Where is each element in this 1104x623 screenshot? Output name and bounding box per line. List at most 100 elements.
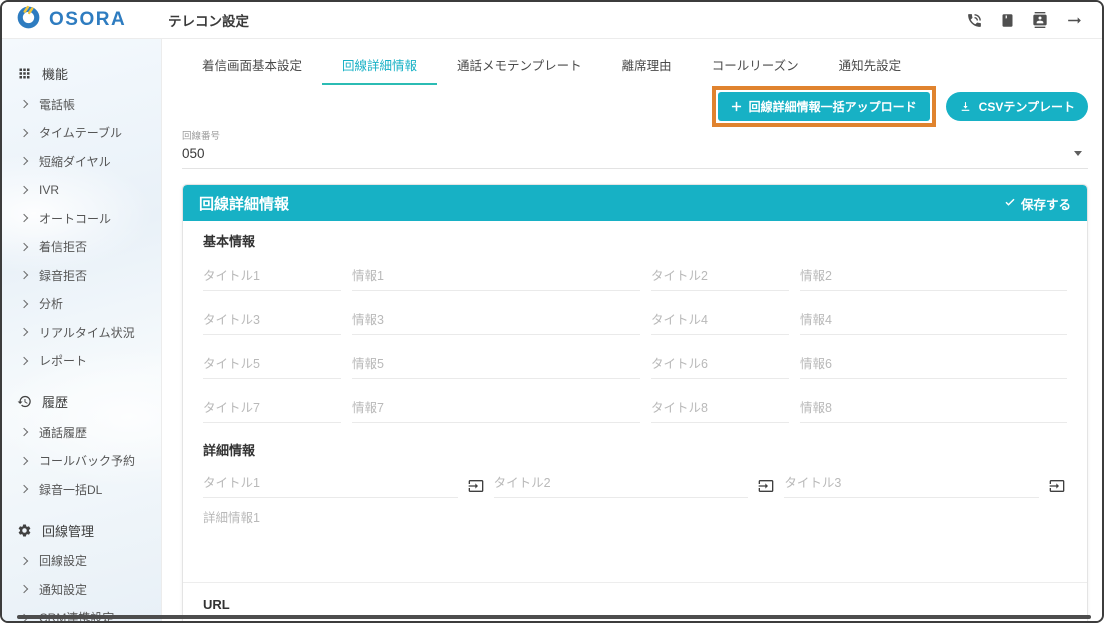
address-book-icon[interactable]	[1000, 13, 1015, 28]
panel-header: 回線詳細情報 保存する	[183, 185, 1087, 221]
tab-memo-template[interactable]: 通話メモテンプレート	[437, 47, 602, 85]
basic-title-3-input[interactable]	[203, 310, 341, 335]
basic-info-grid	[203, 266, 1067, 423]
chevron-right-icon	[20, 485, 28, 493]
bulk-upload-button-label: 回線詳細情報一括アップロード	[749, 98, 917, 115]
sidebar-item-line-settings[interactable]: 回線設定	[2, 547, 161, 576]
horizontal-scrollbar[interactable]	[17, 615, 1091, 620]
save-button-label: 保存する	[1021, 194, 1071, 213]
sidebar-item-label: 着信拒否	[39, 238, 87, 255]
sidebar-item-label: 通話履歴	[39, 424, 87, 441]
line-number-value: 050	[182, 146, 205, 161]
app-window: OSORA テレコン設定 機能	[0, 0, 1104, 623]
basic-info-2-input[interactable]	[800, 266, 1067, 291]
sidebar-item-label: 通知設定	[39, 581, 87, 598]
detail-title-3-input[interactable]	[784, 473, 1039, 498]
sidebar-section-line-mgmt-header: 回線管理	[2, 514, 161, 547]
basic-title-5-input[interactable]	[203, 354, 341, 379]
logout-icon[interactable]	[1065, 11, 1084, 30]
page-title: テレコン設定	[162, 10, 249, 30]
tab-notify-target[interactable]: 通知先設定	[819, 47, 922, 85]
basic-title-4-input[interactable]	[651, 310, 789, 335]
sidebar-item-ivr[interactable]: IVR	[2, 176, 161, 205]
sidebar-item-call-reject[interactable]: 着信拒否	[2, 233, 161, 262]
chevron-right-icon	[20, 557, 28, 565]
tab-bar: 着信画面基本設定 回線詳細情報 通話メモテンプレート 離席理由 コールリーズン …	[182, 47, 1088, 85]
sidebar-section-label: 機能	[42, 64, 68, 83]
sidebar-item-label: 録音一括DL	[39, 481, 102, 498]
basic-title-7-input[interactable]	[203, 398, 341, 423]
sidebar-item-realtime[interactable]: リアルタイム状況	[2, 318, 161, 347]
detail-title-1-input[interactable]	[203, 473, 458, 498]
chevron-right-icon	[20, 585, 28, 593]
sidebar-item-analysis[interactable]: 分析	[2, 290, 161, 319]
sidebar-item-label: 録音拒否	[39, 267, 87, 284]
line-detail-panel: 回線詳細情報 保存する 基本情報	[182, 184, 1088, 623]
input-variable-icon[interactable]	[756, 478, 776, 494]
sidebar-item-label: オートコール	[39, 210, 111, 227]
basic-title-2-input[interactable]	[651, 266, 789, 291]
basic-info-5-input[interactable]	[352, 354, 640, 379]
csv-template-button[interactable]: CSVテンプレート	[946, 92, 1088, 121]
sidebar-item-speed-dial[interactable]: 短縮ダイヤル	[2, 147, 161, 176]
basic-info-6-input[interactable]	[800, 354, 1067, 379]
basic-info-3-input[interactable]	[352, 310, 640, 335]
input-variable-icon[interactable]	[1047, 478, 1067, 494]
line-number-dropdown[interactable]: 050	[182, 142, 1088, 169]
detail-title-2-input[interactable]	[494, 473, 749, 498]
basic-title-1-input[interactable]	[203, 266, 341, 291]
sidebar-item-notify-settings[interactable]: 通知設定	[2, 575, 161, 604]
sidebar-item-report[interactable]: レポート	[2, 347, 161, 376]
basic-info-8-input[interactable]	[800, 398, 1067, 423]
chevron-right-icon	[20, 186, 28, 194]
panel-title: 回線詳細情報	[199, 193, 289, 214]
contacts-icon[interactable]	[1032, 12, 1048, 28]
basic-info-7-input[interactable]	[352, 398, 640, 423]
tab-incoming-basic[interactable]: 着信画面基本設定	[182, 47, 322, 85]
chevron-right-icon	[20, 214, 28, 222]
phone-in-talk-icon[interactable]	[966, 12, 983, 29]
sidebar: 機能 電話帳 タイムテーブル 短縮ダイヤル IVR オートコール 着信拒否 録音…	[2, 39, 162, 621]
sidebar-section-history-header: 履歴	[2, 385, 161, 418]
basic-info-1-input[interactable]	[352, 266, 640, 291]
sidebar-item-timetable[interactable]: タイムテーブル	[2, 119, 161, 148]
tab-call-reason[interactable]: コールリーズン	[692, 47, 819, 85]
sidebar-item-record-dl[interactable]: 録音一括DL	[2, 475, 161, 504]
sidebar-item-call-history[interactable]: 通話履歴	[2, 418, 161, 447]
sidebar-item-label: コールバック予約	[39, 452, 135, 469]
download-icon	[959, 100, 972, 113]
basic-title-8-input[interactable]	[651, 398, 789, 423]
logo-text: OSORA	[49, 9, 126, 31]
sidebar-item-label: 電話帳	[39, 96, 75, 113]
sidebar-item-label: 分析	[39, 295, 63, 312]
history-icon	[17, 394, 32, 409]
line-number-label: 回線番号	[182, 128, 1088, 142]
basic-title-6-input[interactable]	[651, 354, 789, 379]
csv-template-button-label: CSVテンプレート	[979, 98, 1075, 115]
sidebar-item-label: レポート	[39, 352, 87, 369]
tab-line-detail[interactable]: 回線詳細情報	[322, 47, 437, 85]
save-button[interactable]: 保存する	[1004, 194, 1071, 213]
sidebar-item-label: リアルタイム状況	[39, 324, 135, 341]
sidebar-section-label: 回線管理	[42, 521, 94, 540]
topbar: OSORA テレコン設定	[2, 2, 1102, 39]
tab-away-reason[interactable]: 離席理由	[602, 47, 692, 85]
chevron-right-icon	[20, 357, 28, 365]
sidebar-item-phonebook[interactable]: 電話帳	[2, 90, 161, 119]
basic-info-4-input[interactable]	[800, 310, 1067, 335]
detail-body-textarea[interactable]	[203, 507, 1067, 573]
logo[interactable]: OSORA	[2, 5, 162, 35]
sidebar-item-callback[interactable]: コールバック予約	[2, 447, 161, 476]
sidebar-item-record-reject[interactable]: 録音拒否	[2, 261, 161, 290]
input-variable-icon[interactable]	[466, 478, 486, 494]
sidebar-item-autocall[interactable]: オートコール	[2, 204, 161, 233]
plus-icon	[731, 101, 742, 112]
detail-info-section-title: 詳細情報	[203, 440, 1067, 459]
upload-button-highlight-box: 回線詳細情報一括アップロード	[712, 86, 936, 127]
bulk-upload-button[interactable]: 回線詳細情報一括アップロード	[718, 92, 930, 121]
chevron-right-icon	[20, 328, 28, 336]
chevron-right-icon	[20, 457, 28, 465]
detail-title-row	[203, 473, 1067, 498]
sidebar-item-label: 回線設定	[39, 552, 87, 569]
chevron-right-icon	[20, 100, 28, 108]
